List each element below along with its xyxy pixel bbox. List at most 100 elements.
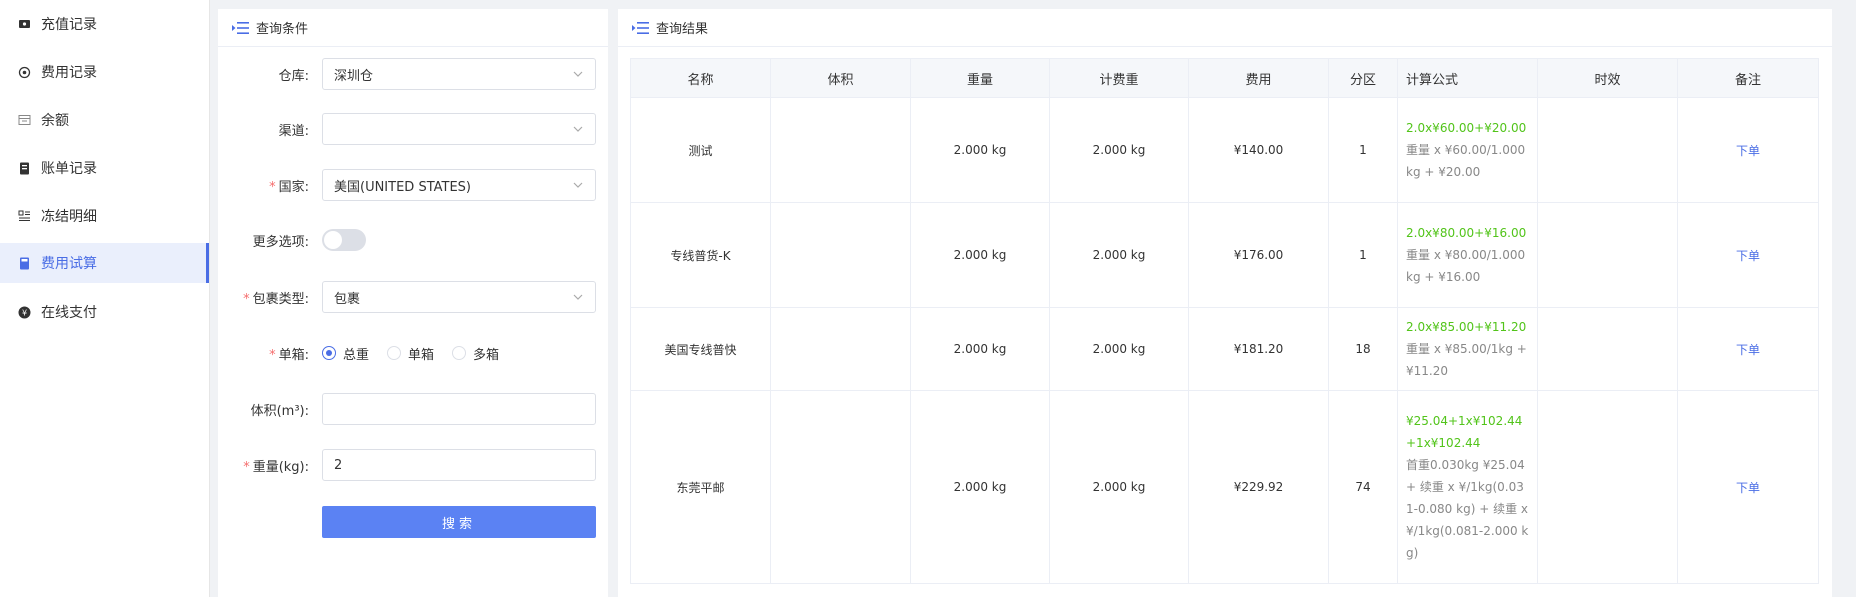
cell-aging xyxy=(1537,97,1678,203)
toggle-knob xyxy=(324,231,342,249)
place-order-link[interactable]: 下单 xyxy=(1736,343,1760,357)
place-order-link[interactable]: 下单 xyxy=(1736,481,1760,495)
sidebar-item-label: 账单记录 xyxy=(41,161,97,177)
refresh-coin-icon xyxy=(17,65,31,79)
col-charge-weight[interactable]: 计费重 xyxy=(1049,58,1189,98)
table-row: 测试 2.000 kg 2.000 kg ¥140.00 1 2.0x¥60.0… xyxy=(630,97,1819,203)
cell-fee: ¥176.00 xyxy=(1188,202,1329,308)
col-weight[interactable]: 重量 xyxy=(910,58,1050,98)
chevron-down-icon xyxy=(572,123,584,135)
package-type-value: 包裹 xyxy=(334,291,361,307)
search-button[interactable]: 搜索 xyxy=(322,506,596,538)
sidebar-item-label: 充值记录 xyxy=(41,17,97,33)
radio-single-box[interactable]: 单箱 xyxy=(387,344,434,363)
cell-volume xyxy=(770,97,911,203)
box-label: * 单箱: xyxy=(269,347,309,363)
sidebar-item-fee-estimate[interactable]: 费用试算 xyxy=(0,243,209,283)
radio-total-weight[interactable]: 总重 xyxy=(322,344,369,363)
box-row: * 单箱: 总重 单箱 多箱 xyxy=(218,337,608,369)
formula-result: ¥25.04+1x¥102.44 +1x¥102.44 xyxy=(1406,414,1523,450)
required-mark: * xyxy=(269,179,276,195)
indent-list-icon xyxy=(232,21,249,35)
cell-volume xyxy=(770,390,911,584)
list-detail-icon xyxy=(17,209,31,223)
radio-dot xyxy=(322,346,336,360)
search-row: 搜索 xyxy=(218,506,608,538)
more-options-row: 更多选项: xyxy=(218,224,608,256)
col-volume[interactable]: 体积 xyxy=(770,58,911,98)
more-options-toggle[interactable] xyxy=(322,229,366,251)
cell-formula: 2.0x¥60.00+¥20.00 重量 x ¥60.00/1.000kg + ¥… xyxy=(1397,97,1538,203)
weight-input[interactable] xyxy=(334,457,584,473)
radio-dot xyxy=(452,346,467,360)
query-panel-header: 查询条件 xyxy=(218,9,608,47)
col-name[interactable]: 名称 xyxy=(630,58,771,98)
formula-result: 2.0x¥80.00+¥16.00 xyxy=(1406,226,1527,240)
col-fee[interactable]: 费用 xyxy=(1188,58,1329,98)
cell-remark: 下单 xyxy=(1677,97,1819,203)
cell-name: 美国专线普快 xyxy=(630,307,771,391)
table-row: 美国专线普快 2.000 kg 2.000 kg ¥181.20 18 2.0x… xyxy=(630,307,1819,391)
volume-field[interactable] xyxy=(322,393,596,425)
country-value: 美国(UNITED STATES) xyxy=(334,179,471,195)
formula-expression: 首重0.030kg ¥25.04 + 续重 x ¥/1kg(0.031-0.08… xyxy=(1406,458,1529,560)
chevron-down-icon xyxy=(572,179,584,191)
sidebar-item-online-payment[interactable]: ¥ 在线支付 xyxy=(0,288,209,336)
volume-input[interactable] xyxy=(334,401,584,417)
cell-weight: 2.000 kg xyxy=(910,390,1050,584)
cell-remark: 下单 xyxy=(1677,202,1819,308)
warehouse-row: 仓库: 深圳仓 xyxy=(218,58,608,90)
col-remark[interactable]: 备注 xyxy=(1677,58,1819,98)
place-order-link[interactable]: 下单 xyxy=(1736,249,1760,263)
warehouse-label: 仓库: xyxy=(278,68,309,84)
cell-weight: 2.000 kg xyxy=(910,97,1050,203)
sidebar-item-frozen-details[interactable]: 冻结明细 xyxy=(0,192,209,240)
more-options-label: 更多选项: xyxy=(252,234,309,250)
cell-remark: 下单 xyxy=(1677,390,1819,584)
cell-weight: 2.000 kg xyxy=(910,202,1050,308)
cell-fee: ¥140.00 xyxy=(1188,97,1329,203)
sidebar-item-recharge-records[interactable]: 充值记录 xyxy=(0,0,209,48)
sidebar-item-label: 余额 xyxy=(41,113,69,129)
chevron-down-icon xyxy=(572,68,584,80)
volume-label: 体积(m³): xyxy=(250,403,309,419)
result-panel-title: 查询结果 xyxy=(656,22,709,37)
col-formula[interactable]: 计算公式 xyxy=(1397,58,1538,98)
country-row: * 国家: 美国(UNITED STATES) xyxy=(218,169,608,201)
cell-zone: 1 xyxy=(1328,97,1398,203)
package-type-select[interactable]: 包裹 xyxy=(322,281,596,313)
weight-field[interactable] xyxy=(322,449,596,481)
table-row: 专线普货-K 2.000 kg 2.000 kg ¥176.00 1 2.0x¥… xyxy=(630,202,1819,308)
required-mark: * xyxy=(269,347,276,363)
sidebar-item-label: 冻结明细 xyxy=(41,209,97,225)
radio-multi-box[interactable]: 多箱 xyxy=(452,344,499,363)
warehouse-value: 深圳仓 xyxy=(334,68,374,84)
weight-row: * 重量(kg): xyxy=(218,449,608,481)
sidebar-item-label: 费用记录 xyxy=(41,65,97,81)
result-panel: 查询结果 名称 体积 重量 计费重 费用 分区 计算公式 时效 备注 测试 2.… xyxy=(618,9,1832,597)
query-panel: 查询条件 仓库: 深圳仓 渠道: * 国家: 美国(UNITED STATES) … xyxy=(218,9,608,597)
cell-name: 东莞平邮 xyxy=(630,390,771,584)
channel-select[interactable] xyxy=(322,113,596,145)
sidebar-item-label: 费用试算 xyxy=(41,256,97,272)
cell-aging xyxy=(1537,307,1678,391)
place-order-link[interactable]: 下单 xyxy=(1736,144,1760,158)
sidebar-item-bill-records[interactable]: 账单记录 xyxy=(0,144,209,192)
cell-charge-weight: 2.000 kg xyxy=(1049,97,1189,203)
sidebar-item-label: 在线支付 xyxy=(41,305,97,321)
package-type-label: * 包裹类型: xyxy=(243,291,309,307)
channel-row: 渠道: xyxy=(218,113,608,145)
col-aging[interactable]: 时效 xyxy=(1537,58,1678,98)
warehouse-select[interactable]: 深圳仓 xyxy=(322,58,596,90)
cell-aging xyxy=(1537,202,1678,308)
ticket-icon xyxy=(17,17,31,31)
cell-zone: 74 xyxy=(1328,390,1398,584)
cell-aging xyxy=(1537,390,1678,584)
sidebar-item-balance[interactable]: 余额 xyxy=(0,96,209,144)
sidebar-item-fee-records[interactable]: 费用记录 xyxy=(0,48,209,96)
required-mark: * xyxy=(243,459,250,475)
col-zone[interactable]: 分区 xyxy=(1328,58,1398,98)
cell-volume xyxy=(770,202,911,308)
country-select[interactable]: 美国(UNITED STATES) xyxy=(322,169,596,201)
formula-result: 2.0x¥60.00+¥20.00 xyxy=(1406,121,1527,135)
